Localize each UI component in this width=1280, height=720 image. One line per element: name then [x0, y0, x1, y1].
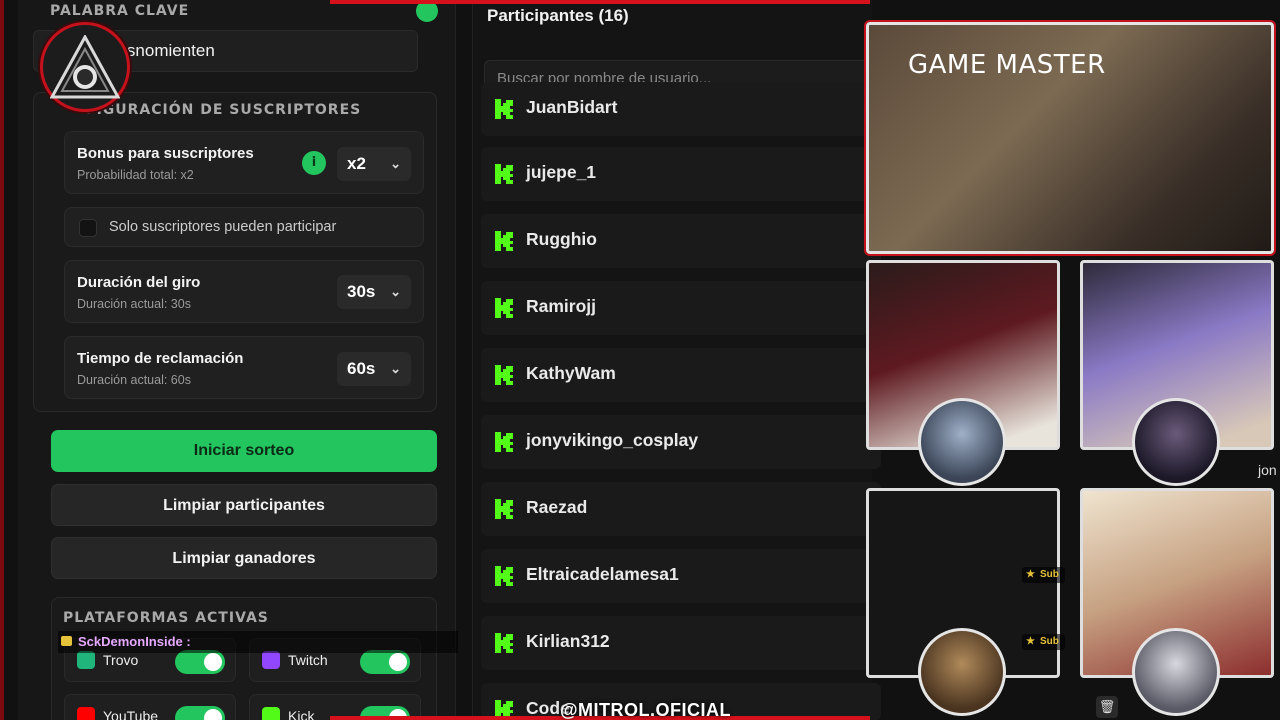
youtube-toggle[interactable] — [175, 706, 225, 720]
subs-only-checkbox[interactable] — [79, 219, 97, 237]
participant-row[interactable]: jujepe_1 — [481, 147, 881, 201]
bonus-multiplier-value: x2 — [347, 154, 366, 173]
spin-duration-dropdown[interactable]: 30s ⌄ — [337, 275, 411, 309]
game-master-label: GAME MASTER — [908, 50, 1106, 80]
info-icon[interactable]: i — [302, 151, 326, 175]
player-avatar-2 — [1132, 398, 1220, 486]
chat-username: SckDemonInside : — [78, 634, 191, 649]
participant-row[interactable]: JuanBidart — [481, 82, 881, 136]
spin-duration-card: Duración del giro Duración actual: 30s 3… — [64, 260, 424, 323]
stream-scene: PALABRA CLAVE dosnomienten FIGURACIÓN DE… — [0, 0, 1280, 720]
platform-youtube: YouTube — [64, 694, 236, 720]
twitch-icon — [262, 651, 280, 669]
sub-badge: Sub — [1022, 567, 1065, 583]
participant-name: Ramirojj — [526, 296, 597, 316]
claim-time-subtitle: Duración actual: 60s — [77, 373, 191, 387]
platform-name: YouTube — [103, 708, 159, 720]
kick-icon — [495, 99, 513, 119]
claim-time-title: Tiempo de reclamación — [77, 350, 244, 367]
kick-icon — [495, 566, 513, 586]
kick-icon — [495, 164, 513, 184]
channel-logo — [40, 22, 130, 112]
kick-icon — [495, 298, 513, 318]
subs-only-label: Solo suscriptores pueden participar — [109, 219, 337, 235]
active-platforms-label: PLATAFORMAS ACTIVAS — [63, 610, 269, 626]
trash-icon[interactable]: 🗑 — [1096, 696, 1118, 718]
subs-only-option[interactable]: Solo suscriptores pueden participar — [64, 207, 424, 247]
twitch-toggle[interactable] — [360, 650, 410, 674]
trovo-icon — [77, 651, 95, 669]
chat-overlay-message: SckDemonInside : — [58, 631, 458, 653]
platform-name: Trovo — [103, 652, 139, 668]
participant-row[interactable]: KathyWam — [481, 348, 881, 402]
platform-name: Kick — [288, 708, 315, 720]
chevron-down-icon: ⌄ — [390, 361, 401, 376]
claim-time-value: 60s — [347, 359, 376, 378]
bonus-title: Bonus para suscriptores — [77, 145, 254, 162]
participant-row[interactable]: Eltraicadelamesa1 — [481, 549, 881, 603]
participant-row[interactable]: Ramirojj — [481, 281, 881, 335]
crown-icon — [61, 636, 72, 646]
participant-name: jujepe_1 — [526, 162, 597, 182]
trovo-toggle[interactable] — [175, 650, 225, 674]
start-giveaway-button[interactable]: Iniciar sorteo — [51, 430, 437, 472]
participant-name: Rugghio — [526, 229, 597, 249]
clear-winners-button[interactable]: Limpiar ganadores — [51, 537, 437, 579]
player-avatar-1 — [918, 398, 1006, 486]
kick-icon — [262, 707, 280, 720]
frame-left-border — [0, 0, 4, 720]
participant-name: jonyvikingo_cosplay — [526, 430, 699, 450]
spin-duration-title: Duración del giro — [77, 274, 201, 291]
participant-name: Kirlian312 — [526, 631, 610, 651]
bonus-subtitle: Probabilidad total: x2 — [77, 168, 194, 182]
player-avatar-4 — [1132, 628, 1220, 716]
kick-icon — [495, 499, 513, 519]
participant-name: JuanBidart — [526, 97, 618, 117]
sub-badge: Sub — [1022, 634, 1065, 650]
chevron-down-icon: ⌄ — [390, 156, 401, 171]
channel-watermark: @MITROL.OFICIAL — [560, 700, 732, 720]
kick-icon — [495, 633, 513, 653]
participants-title: Participantes (16) — [487, 6, 629, 25]
participant-name: Eltraicadelamesa1 — [526, 564, 679, 584]
chevron-down-icon: ⌄ — [390, 284, 401, 299]
keyword-section-label: PALABRA CLAVE — [50, 3, 190, 19]
bonus-multiplier-dropdown[interactable]: x2 ⌄ — [337, 147, 411, 181]
participant-row[interactable]: Kirlian312 — [481, 616, 881, 670]
participant-name: KathyWam — [526, 363, 616, 383]
subscriber-bonus-card: Bonus para suscriptores Probabilidad tot… — [64, 131, 424, 194]
clear-participants-button[interactable]: Limpiar participantes — [51, 484, 437, 526]
kick-icon — [495, 231, 513, 251]
participant-row[interactable]: jonyvikingo_cosplay — [481, 415, 881, 469]
player-avatar-3 — [918, 628, 1006, 716]
claim-time-card: Tiempo de reclamación Duración actual: 6… — [64, 336, 424, 399]
spin-duration-value: 30s — [347, 282, 376, 301]
claim-time-dropdown[interactable]: 60s ⌄ — [337, 352, 411, 386]
youtube-icon — [77, 707, 95, 720]
cropped-username-text: jon — [1258, 462, 1277, 478]
kick-icon — [495, 432, 513, 452]
triangle-logo-icon — [50, 35, 120, 99]
spin-duration-subtitle: Duración actual: 30s — [77, 297, 191, 311]
subscriber-config-label: FIGURACIÓN DE SUSCRIPTORES — [86, 102, 362, 118]
participant-row[interactable]: Raezad — [481, 482, 881, 536]
participant-row[interactable]: Rugghio — [481, 214, 881, 268]
platform-name: Twitch — [288, 652, 328, 668]
participant-name: Raezad — [526, 497, 588, 517]
frame-top-border — [330, 0, 870, 4]
kick-icon — [495, 365, 513, 385]
